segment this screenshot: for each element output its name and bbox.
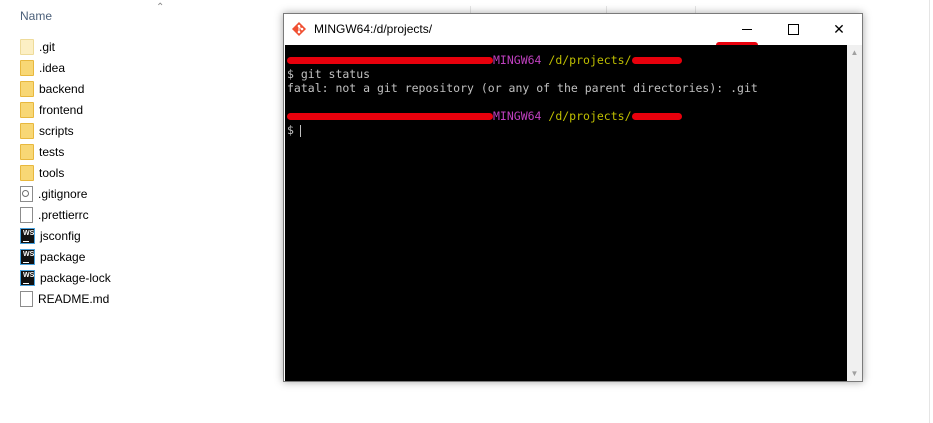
folder-icon [20, 122, 34, 139]
file-name: backend [39, 81, 85, 96]
folder-icon [20, 143, 34, 160]
folder-icon [20, 38, 34, 55]
prompt-line: MINGW64 /d/projects/ [287, 53, 847, 67]
folder-icon [20, 164, 34, 181]
gear-file-icon [20, 185, 33, 202]
webstorm-icon: WS [20, 248, 35, 265]
file-list: .git .idea backend frontend scripts test… [20, 36, 111, 309]
redaction-mark [631, 57, 682, 64]
webstorm-icon: WS [20, 227, 35, 244]
redaction-mark [631, 113, 682, 120]
redaction-mark [287, 57, 493, 64]
git-icon [292, 22, 306, 36]
terminal-window[interactable]: MINGW64:/d/projects/ ✕ MINGW64 /d/projec… [283, 13, 863, 382]
close-icon: ✕ [833, 21, 845, 37]
file-name: frontend [39, 102, 84, 117]
folder-icon [20, 80, 34, 97]
list-item[interactable]: frontend [20, 99, 111, 120]
prompt-line: MINGW64 /d/projects/ [287, 109, 847, 123]
file-name: .gitignore [38, 186, 88, 201]
list-item[interactable]: WS package-lock [20, 267, 111, 288]
maximize-icon [787, 24, 799, 35]
divider [929, 0, 930, 423]
prompt-symbol: $ [287, 123, 294, 137]
webstorm-icon: WS [20, 269, 35, 286]
minimize-button[interactable] [724, 14, 770, 45]
list-item[interactable]: .idea [20, 57, 111, 78]
sort-ascending-icon: ⌃ [156, 2, 165, 13]
list-item[interactable]: WS package [20, 246, 111, 267]
scroll-down-icon[interactable]: ▼ [847, 366, 862, 381]
list-item[interactable]: backend [20, 78, 111, 99]
prompt-env: MINGW64 [493, 109, 542, 123]
file-icon [20, 290, 33, 307]
file-name: jsconfig [40, 228, 81, 243]
text-cursor [299, 124, 301, 137]
list-item[interactable]: WS jsconfig [20, 225, 111, 246]
minimize-icon [742, 29, 752, 30]
list-item[interactable]: .gitignore [20, 183, 111, 204]
list-item[interactable]: scripts [20, 120, 111, 141]
list-item[interactable]: .git [20, 36, 111, 57]
terminal-output[interactable]: MINGW64 /d/projects/ $ git status fatal:… [285, 45, 847, 381]
file-name: tests [39, 144, 65, 159]
file-icon [20, 206, 33, 223]
prompt-path: /d/projects/ [548, 53, 632, 67]
file-name: package [40, 249, 86, 264]
list-item[interactable]: README.md [20, 288, 111, 309]
file-name: .git [39, 39, 56, 54]
error-line: fatal: not a git repository (or any of t… [287, 81, 758, 95]
vertical-scrollbar[interactable]: ▲ ▼ [847, 45, 862, 381]
prompt-env: MINGW64 [493, 53, 542, 67]
column-header-name-label: Name [20, 9, 53, 23]
prompt-path: /d/projects/ [548, 109, 632, 123]
file-name: package-lock [40, 270, 111, 285]
input-line[interactable]: $ [287, 123, 847, 137]
file-name: README.md [38, 291, 110, 306]
maximize-button[interactable] [770, 14, 816, 45]
list-item[interactable]: tests [20, 141, 111, 162]
file-name: .idea [39, 60, 66, 75]
redaction-mark [287, 113, 493, 120]
folder-icon [20, 59, 34, 76]
folder-icon [20, 101, 34, 118]
close-button[interactable]: ✕ [816, 14, 862, 45]
scroll-up-icon[interactable]: ▲ [847, 45, 862, 60]
column-header-name[interactable]: Name [20, 0, 280, 32]
command-line: $ git status [287, 67, 371, 81]
window-title: MINGW64:/d/projects/ [314, 22, 433, 36]
file-name: tools [39, 165, 65, 180]
list-item[interactable]: tools [20, 162, 111, 183]
title-bar[interactable]: MINGW64:/d/projects/ ✕ [284, 14, 862, 48]
file-name: scripts [39, 123, 74, 138]
list-item[interactable]: .prettierrc [20, 204, 111, 225]
file-name: .prettierrc [38, 207, 89, 222]
